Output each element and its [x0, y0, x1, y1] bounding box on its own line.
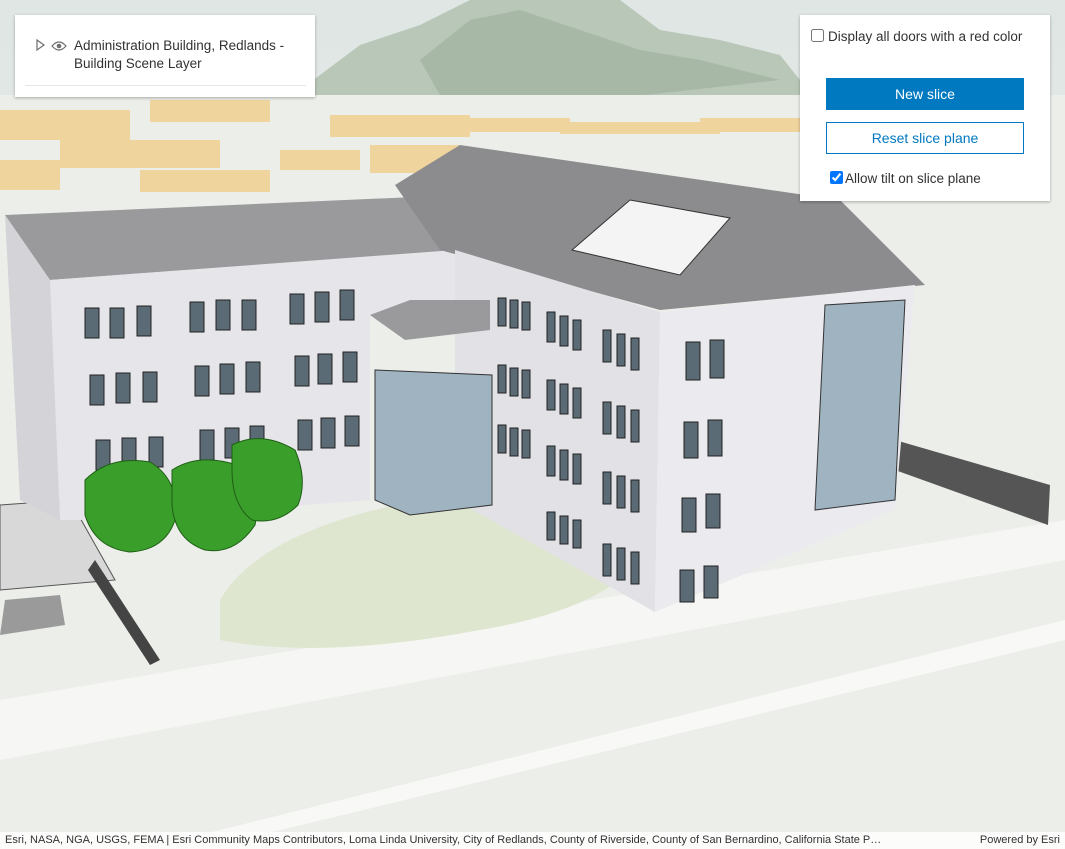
slice-panel: Display all doors with a red color New s…	[800, 15, 1050, 201]
caret-right-icon[interactable]	[35, 38, 47, 52]
reset-slice-button[interactable]: Reset slice plane	[826, 122, 1024, 154]
attribution-text[interactable]: Esri, NASA, NGA, USGS, FEMA | Esri Commu…	[5, 832, 960, 849]
layer-list-item[interactable]: Administration Building, Redlands - Buil…	[25, 25, 306, 86]
layer-list-panel: Administration Building, Redlands - Buil…	[15, 15, 315, 97]
doors-red-option[interactable]: Display all doors with a red color	[811, 28, 1041, 46]
doors-red-checkbox[interactable]	[811, 29, 824, 42]
doors-red-label[interactable]: Display all doors with a red color	[828, 29, 1022, 44]
eye-icon[interactable]	[51, 39, 67, 51]
powered-by-link[interactable]: Powered by Esri	[980, 832, 1060, 849]
tilt-label[interactable]: Allow tilt on slice plane	[845, 171, 981, 186]
tilt-checkbox[interactable]	[830, 171, 843, 184]
layer-title[interactable]: Administration Building, Redlands - Buil…	[74, 37, 299, 73]
tilt-option[interactable]: Allow tilt on slice plane	[830, 171, 981, 186]
attribution-bar: Esri, NASA, NGA, USGS, FEMA | Esri Commu…	[0, 832, 1065, 849]
new-slice-button[interactable]: New slice	[826, 78, 1024, 110]
